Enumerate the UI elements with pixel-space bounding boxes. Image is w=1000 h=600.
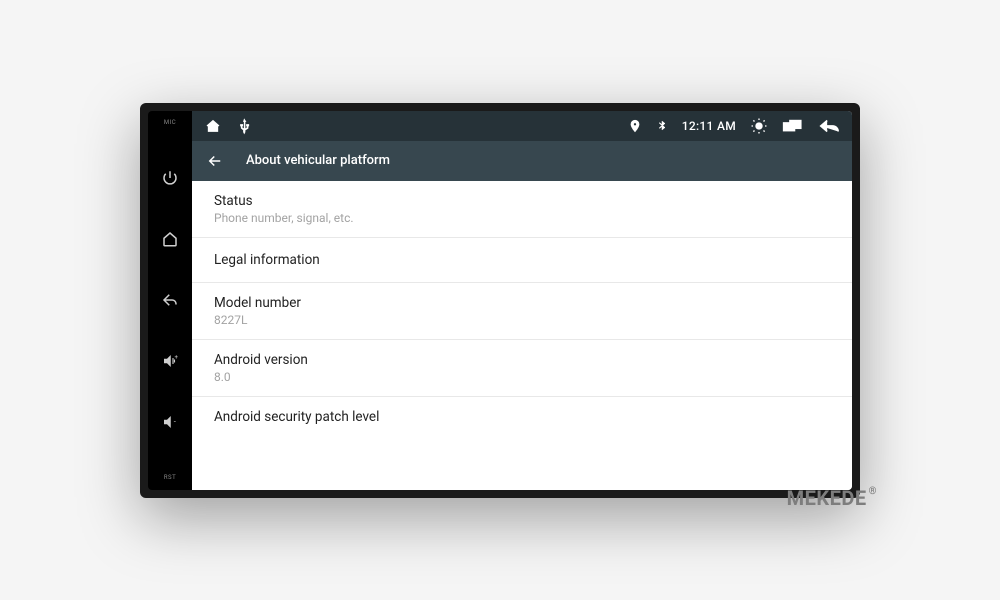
bluetooth-icon xyxy=(656,119,668,133)
mic-label: MIC xyxy=(164,119,176,126)
item-title: Android version xyxy=(214,352,830,368)
item-subtitle: 8.0 xyxy=(214,370,830,384)
svg-text:-: - xyxy=(174,417,176,426)
back-hw-icon[interactable] xyxy=(161,291,179,309)
item-title: Status xyxy=(214,193,830,209)
power-icon[interactable] xyxy=(161,169,179,187)
hardware-button-column: MIC + - RST xyxy=(148,111,192,490)
volume-down-icon[interactable]: - xyxy=(161,413,179,431)
status-bar: 12:11 AM xyxy=(192,111,852,141)
brand-name: MEKEDE xyxy=(787,486,867,510)
settings-item-android-version[interactable]: Android version 8.0 xyxy=(192,340,852,397)
app-bar: About vehicular platform xyxy=(192,141,852,181)
settings-item-security-patch[interactable]: Android security patch level xyxy=(192,397,852,429)
settings-item-legal[interactable]: Legal information xyxy=(192,238,852,283)
back-arrow-icon[interactable] xyxy=(206,152,224,170)
home-icon[interactable] xyxy=(161,230,179,248)
item-title: Android security patch level xyxy=(214,409,830,425)
page-title: About vehicular platform xyxy=(246,153,390,168)
location-icon xyxy=(628,119,642,133)
screen: 12:11 AM About vehicular platform Status xyxy=(192,111,852,490)
brightness-icon[interactable] xyxy=(750,117,768,135)
brand-logo: MEKEDE® xyxy=(787,486,877,510)
item-subtitle: 8227L xyxy=(214,313,830,327)
usb-icon xyxy=(236,117,254,135)
item-title: Model number xyxy=(214,295,830,311)
recent-apps-icon[interactable] xyxy=(782,117,804,135)
back-nav-icon[interactable] xyxy=(818,117,840,135)
settings-item-status[interactable]: Status Phone number, signal, etc. xyxy=(192,181,852,238)
item-subtitle: Phone number, signal, etc. xyxy=(214,211,830,225)
rst-label: RST xyxy=(164,474,176,481)
item-title: Legal information xyxy=(214,252,830,268)
settings-item-model[interactable]: Model number 8227L xyxy=(192,283,852,340)
device-frame: MIC + - RST xyxy=(140,103,860,498)
settings-list[interactable]: Status Phone number, signal, etc. Legal … xyxy=(192,181,852,490)
volume-up-icon[interactable]: + xyxy=(161,352,179,370)
svg-text:+: + xyxy=(175,354,179,361)
home-outline-icon[interactable] xyxy=(204,117,222,135)
clock-time: 12:11 AM xyxy=(682,119,736,133)
brand-mark: ® xyxy=(869,486,877,497)
